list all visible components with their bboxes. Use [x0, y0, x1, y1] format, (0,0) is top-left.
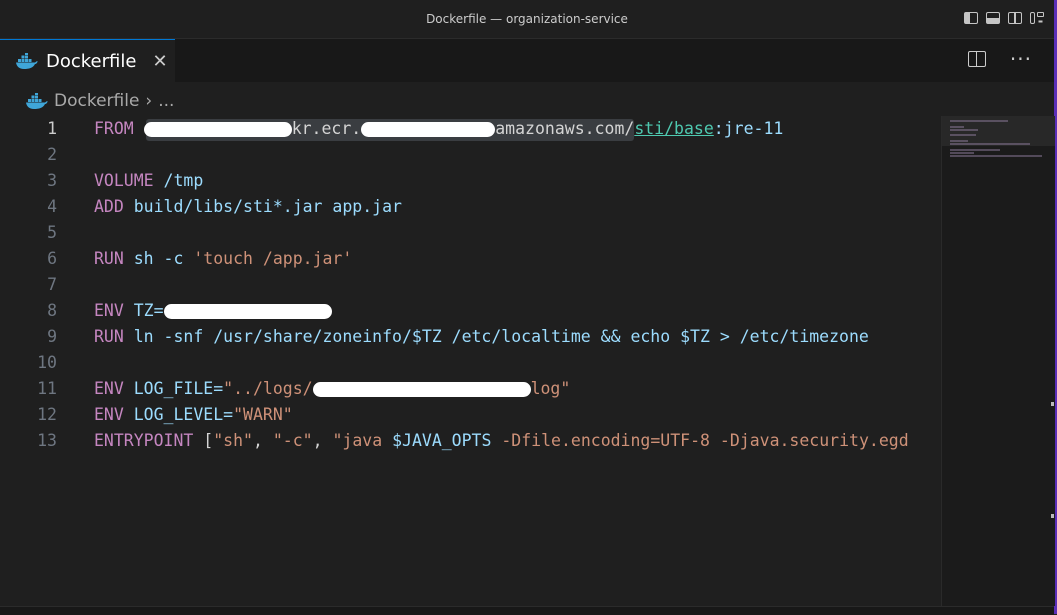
line-number: 6	[47, 249, 57, 268]
line-number: 11	[37, 379, 57, 398]
line-number: 7	[47, 275, 57, 294]
line-number: 12	[37, 405, 57, 424]
breadcrumb-file[interactable]: Dockerfile	[54, 91, 139, 111]
line-number: 9	[47, 327, 57, 346]
minimap[interactable]	[941, 116, 1055, 606]
more-actions-icon[interactable]: ···	[1010, 49, 1032, 69]
redaction	[163, 304, 332, 319]
breadcrumb-symbols[interactable]: ...	[158, 91, 174, 111]
line-number: 10	[37, 353, 57, 372]
breadcrumb: Dockerfile › ...	[26, 90, 174, 112]
code-editor[interactable]: 1 2 3 4 5 6 7 8 9 10 11 12 13 FROM kr.ec…	[0, 116, 940, 606]
toggle-primary-sidebar-icon[interactable]	[964, 12, 978, 24]
title-bar: Dockerfile — organization-service	[0, 0, 1054, 39]
redaction	[361, 122, 496, 137]
tab-bar: Dockerfile ✕ ···	[0, 39, 1054, 82]
line-number: 13	[37, 431, 57, 450]
close-icon[interactable]: ✕	[152, 51, 167, 72]
split-editor-icon[interactable]	[967, 51, 986, 67]
line-number: 3	[47, 171, 57, 190]
scrollbar-marker	[1051, 514, 1054, 518]
toggle-secondary-sidebar-icon[interactable]	[1008, 12, 1022, 24]
redaction	[312, 382, 531, 397]
line-number: 4	[47, 197, 57, 216]
layout-controls	[964, 12, 1044, 24]
line-number: 8	[47, 301, 57, 320]
tab-label: Dockerfile	[46, 50, 137, 72]
editor-actions: ···	[967, 49, 1032, 69]
line-number: 1	[47, 119, 57, 138]
docker-icon	[26, 93, 48, 109]
line-number: 2	[47, 145, 57, 164]
line-number: 5	[47, 223, 57, 242]
docker-icon	[16, 53, 38, 69]
scrollbar-marker	[1051, 402, 1054, 406]
chevron-right-icon: ›	[145, 91, 153, 111]
tab-dockerfile[interactable]: Dockerfile ✕	[0, 39, 175, 82]
toggle-panel-icon[interactable]	[986, 12, 1000, 24]
redaction	[143, 122, 292, 137]
window-title: Dockerfile — organization-service	[426, 12, 628, 26]
customize-layout-icon[interactable]	[1030, 12, 1044, 24]
